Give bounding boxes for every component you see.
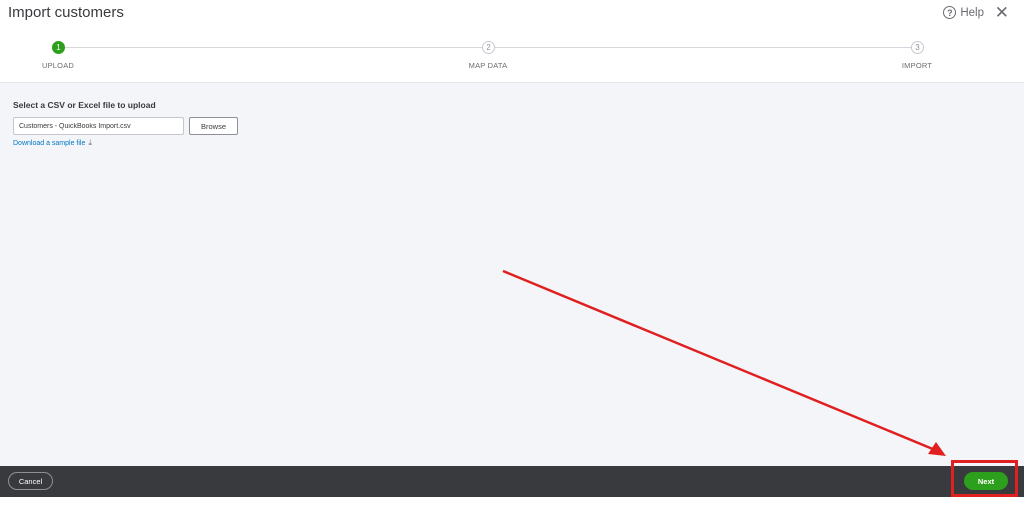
dialog-header: Import customers ? Help ✕ bbox=[0, 0, 1024, 28]
download-sample-link[interactable]: Download a sample file ⤓ bbox=[13, 138, 92, 148]
upload-heading: Select a CSV or Excel file to upload bbox=[13, 100, 156, 110]
browse-button[interactable]: Browse bbox=[189, 117, 238, 135]
close-icon[interactable]: ✕ bbox=[995, 3, 1009, 23]
help-label: Help bbox=[960, 6, 984, 19]
bottom-scroll-area bbox=[0, 497, 1024, 505]
step-2-label: MAP DATA bbox=[468, 61, 508, 70]
step-3-indicator: 3 bbox=[911, 41, 924, 54]
cancel-button[interactable]: Cancel bbox=[8, 472, 53, 490]
download-sample-label: Download a sample file bbox=[13, 139, 86, 147]
help-button[interactable]: ? Help bbox=[943, 6, 984, 19]
step-1-indicator: 1 bbox=[52, 41, 65, 54]
next-highlight-box bbox=[951, 460, 1018, 497]
step-3-label: IMPORT bbox=[901, 61, 933, 70]
step-connector bbox=[495, 47, 911, 48]
question-circle-icon: ? bbox=[943, 6, 957, 19]
file-path-input[interactable] bbox=[13, 117, 184, 135]
step-1-label: UPLOAD bbox=[41, 61, 75, 70]
dialog-footer: Cancel Next bbox=[0, 466, 1024, 497]
step-connector bbox=[64, 47, 482, 48]
step-2-indicator: 2 bbox=[482, 41, 495, 54]
dialog-title: Import customers bbox=[8, 4, 124, 21]
download-icon: ⤓ bbox=[88, 138, 92, 147]
import-stepper: 1 UPLOAD 2 MAP DATA 3 IMPORT bbox=[0, 28, 1024, 83]
